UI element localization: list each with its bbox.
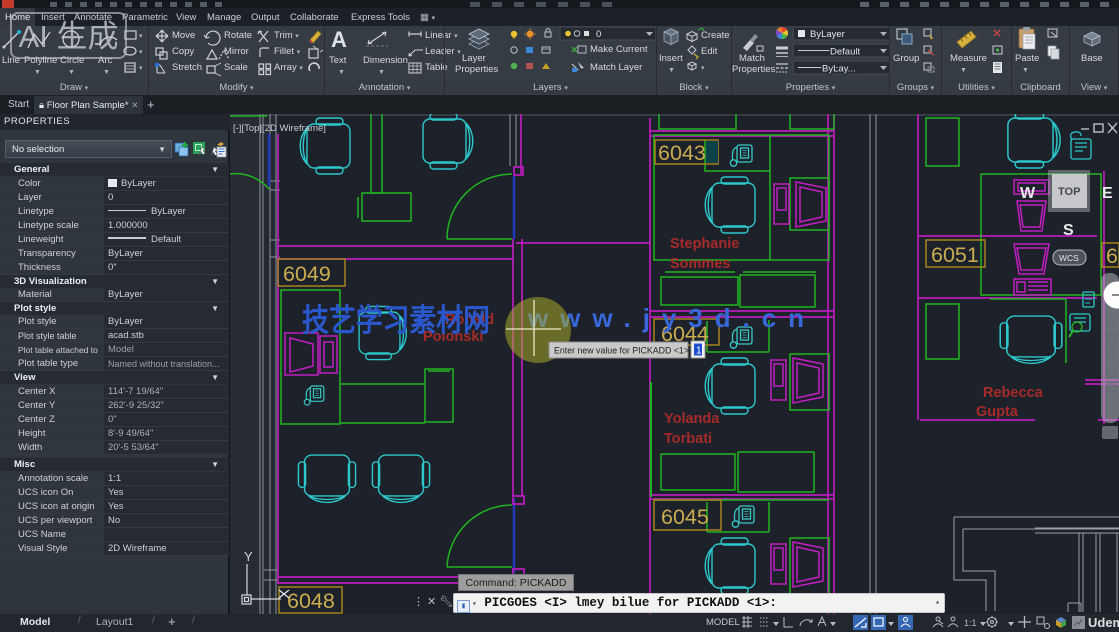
svg-text:W: W: [1020, 185, 1036, 202]
svg-text:Yolanda: Yolanda: [664, 411, 720, 427]
svg-text:Torbati: Torbati: [664, 431, 712, 447]
svg-text:6051: 6051: [931, 243, 979, 267]
svg-text:Udemy: Udemy: [1088, 615, 1119, 630]
svg-text:Enter new value for PICKADD <1: Enter new value for PICKADD <1>: [554, 346, 689, 356]
svg-text:6049: 6049: [283, 262, 331, 286]
svg-text:Sommes: Sommes: [670, 256, 730, 272]
svg-text:S: S: [1063, 222, 1074, 239]
svg-text:6045: 6045: [661, 505, 709, 529]
svg-text:技艺学习素材网: 技艺学习素材网: [302, 303, 490, 338]
svg-text:1:1: 1:1: [964, 618, 977, 628]
svg-text:E: E: [1102, 185, 1113, 202]
svg-text:Y: Y: [244, 549, 253, 564]
svg-text:Rebecca: Rebecca: [983, 385, 1044, 401]
svg-text:TOP: TOP: [1058, 186, 1080, 198]
svg-text:Gupta: Gupta: [976, 404, 1019, 420]
svg-text:1: 1: [696, 346, 702, 357]
svg-text:6: 6: [1106, 244, 1118, 268]
svg-text:6048: 6048: [287, 589, 335, 613]
svg-text:WCS: WCS: [1059, 253, 1079, 263]
svg-text:[-][Top][2D Wireframe]: [-][Top][2D Wireframe]: [233, 123, 326, 134]
svg-text:Stephanie: Stephanie: [670, 236, 739, 252]
svg-text:6043: 6043: [658, 141, 706, 165]
